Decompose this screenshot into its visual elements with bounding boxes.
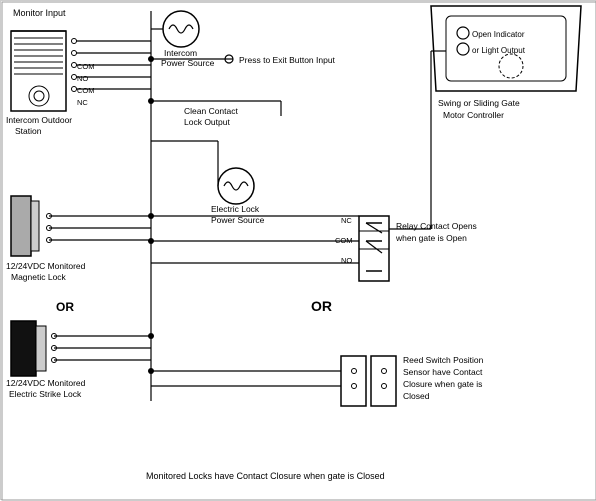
svg-text:12/24VDC Monitored: 12/24VDC Monitored (6, 378, 86, 388)
wiring-diagram: Monitor Input Intercom Outdoor Station C… (0, 0, 596, 500)
svg-text:Electric Lock: Electric Lock (211, 204, 260, 214)
svg-text:Closure when gate is: Closure when gate is (403, 379, 482, 389)
svg-text:NO: NO (77, 74, 88, 83)
svg-text:Clean Contact: Clean Contact (184, 106, 239, 116)
svg-text:Closed: Closed (403, 391, 430, 401)
svg-text:Sensor have Contact: Sensor have Contact (403, 367, 483, 377)
svg-text:Intercom: Intercom (164, 48, 197, 58)
svg-text:NC: NC (341, 216, 352, 225)
svg-text:COM: COM (77, 62, 95, 71)
svg-text:Motor Controller: Motor Controller (443, 110, 504, 120)
svg-text:12/24VDC Monitored: 12/24VDC Monitored (6, 261, 86, 271)
svg-text:Electric Strike Lock: Electric Strike Lock (9, 389, 82, 399)
svg-text:NO: NO (341, 256, 352, 265)
svg-text:COM: COM (77, 86, 95, 95)
svg-text:Magnetic Lock: Magnetic Lock (11, 272, 67, 282)
svg-text:Reed Switch Position: Reed Switch Position (403, 355, 484, 365)
svg-text:NC: NC (77, 98, 88, 107)
svg-text:OR: OR (56, 300, 74, 314)
svg-text:Open Indicator: Open Indicator (472, 30, 525, 39)
svg-text:Swing or Sliding Gate: Swing or Sliding Gate (438, 98, 520, 108)
svg-text:or Light Output: or Light Output (472, 46, 526, 55)
svg-text:when gate is Open: when gate is Open (395, 233, 467, 243)
svg-text:Monitor Input: Monitor Input (13, 8, 66, 18)
svg-text:OR: OR (311, 298, 332, 314)
svg-text:Press to Exit Button Input: Press to Exit Button Input (239, 55, 336, 65)
svg-text:Station: Station (15, 126, 42, 136)
svg-text:Monitored Locks have Contact C: Monitored Locks have Contact Closure whe… (146, 471, 385, 481)
svg-text:Lock Output: Lock Output (184, 117, 230, 127)
svg-text:Intercom Outdoor: Intercom Outdoor (6, 115, 72, 125)
